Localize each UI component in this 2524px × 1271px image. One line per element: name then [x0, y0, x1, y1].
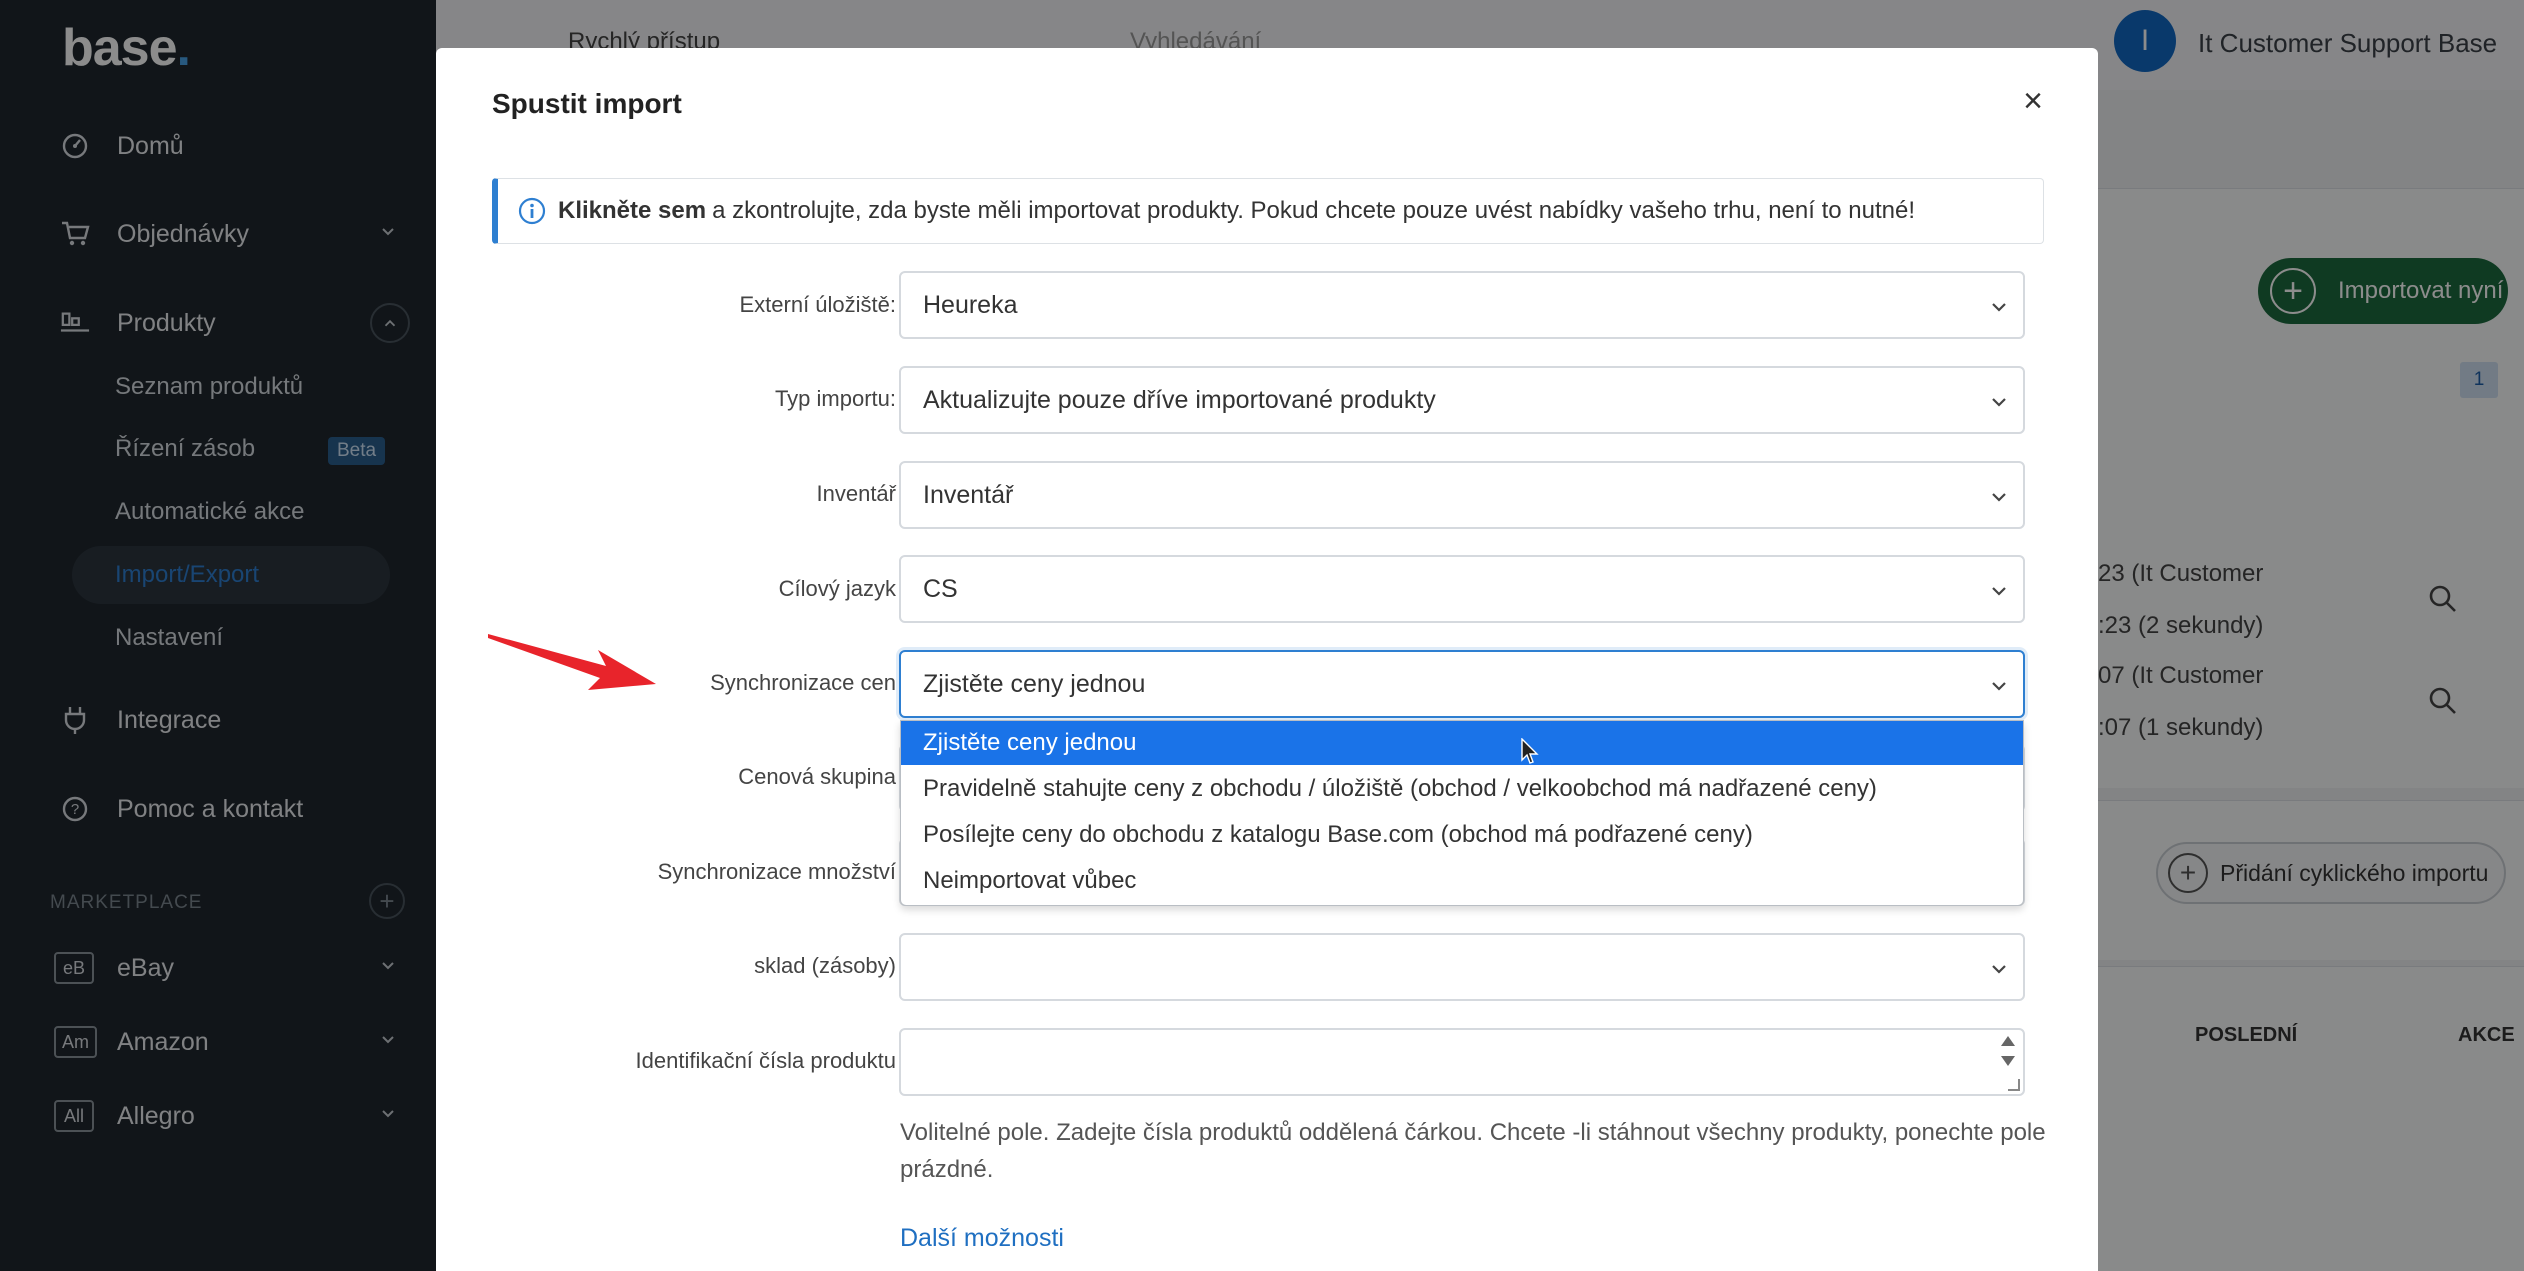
price-sync-option[interactable]: Posílejte ceny do obchodu z katalogu Bas…	[901, 813, 2023, 857]
price-sync-option[interactable]: Neimportovat vůbec	[901, 859, 2023, 903]
price-sync-option[interactable]: Pravidelně stahujte ceny z obchodu / úlo…	[901, 767, 2023, 811]
resize-handle[interactable]	[2008, 1079, 2020, 1091]
product-ids-input[interactable]	[899, 1028, 2025, 1096]
spin-down-icon[interactable]	[2001, 1056, 2015, 1066]
inventory-label: Inventář	[816, 481, 897, 506]
mouse-cursor-icon	[1521, 738, 1539, 764]
info-icon	[518, 197, 546, 225]
price-sync-label: Synchronizace cen	[710, 670, 896, 695]
price-sync-options-list: Zjistěte ceny jednou Pravidelně stahujte…	[900, 720, 2024, 906]
import-type-label: Typ importu:	[774, 386, 896, 411]
chevron-down-icon	[1992, 682, 2006, 691]
price-sync-option[interactable]: Zjistěte ceny jednou	[901, 721, 2023, 765]
price-sync-select[interactable]: Zjistěte ceny jednou	[899, 650, 2025, 718]
import-type-select[interactable]: Aktualizujte pouze dříve importované pro…	[899, 366, 2025, 434]
chevron-down-icon	[1992, 493, 2006, 502]
external-storage-label: Externí úložiště:	[739, 292, 896, 317]
target-language-label: Cílový jazyk	[778, 576, 896, 601]
modal-title: Spustit import	[492, 88, 682, 119]
close-button[interactable]: ×	[2016, 82, 2050, 120]
warehouse-label: sklad (zásoby)	[754, 953, 896, 978]
quantity-sync-label: Synchronizace množství	[657, 859, 896, 884]
more-options-link[interactable]: Další možnosti	[900, 1224, 1064, 1253]
price-group-label: Cenová skupina	[738, 764, 896, 789]
product-ids-label: Identifikační čísla produktu	[635, 1048, 896, 1073]
chevron-down-icon	[1992, 303, 2006, 312]
import-modal: Spustit import × Klikněte sem a zkontrol…	[436, 48, 2098, 1271]
target-language-select[interactable]: CS	[899, 555, 2025, 623]
info-link[interactable]: Klikněte sem	[558, 197, 706, 225]
warehouse-select[interactable]	[899, 933, 2025, 1001]
inventory-select[interactable]: Inventář	[899, 461, 2025, 529]
red-arrow-icon	[488, 634, 656, 690]
spin-up-icon[interactable]	[2001, 1036, 2015, 1046]
chevron-down-icon	[1992, 398, 2006, 407]
info-text: a zkontrolujte, zda byste měli importova…	[712, 197, 1915, 224]
chevron-down-icon	[1992, 965, 2006, 974]
chevron-down-icon	[1992, 587, 2006, 596]
info-alert: Klikněte sem a zkontrolujte, zda byste m…	[492, 178, 2044, 244]
product-ids-help: Volitelné pole. Zadejte čísla produktů o…	[900, 1119, 2046, 1183]
external-storage-select[interactable]: Heureka	[899, 271, 2025, 339]
